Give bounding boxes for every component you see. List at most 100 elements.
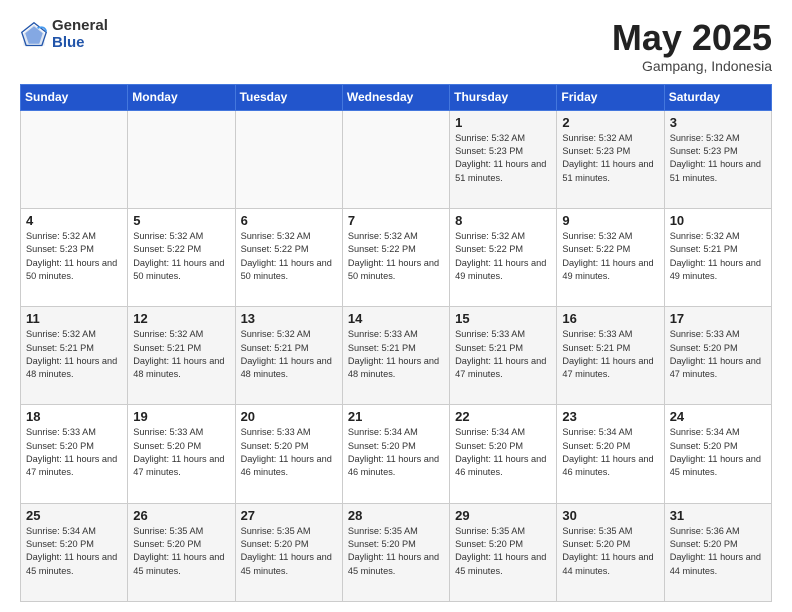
calendar-cell: 17Sunrise: 5:33 AM Sunset: 5:20 PM Dayli… [664, 307, 771, 405]
calendar-cell: 15 Sunrise: 5:33 AM Sunset: 5:21 PM Dayli… [450, 307, 557, 405]
day-info: Sunrise: 5:35 AM Sunset: 5:20 PM Dayligh… [455, 525, 551, 578]
day-info: Sunrise: 5:33 AM Sunset: 5:20 PM Dayligh… [670, 328, 766, 381]
calendar-cell: 11 Sunrise: 5:32 AM Sunset: 5:21 PM Dayli… [21, 307, 128, 405]
location: Gampang, Indonesia [612, 58, 772, 74]
calendar-cell: 28Sunrise: 5:35 AM Sunset: 5:20 PM Dayli… [342, 503, 449, 601]
day-info: Sunrise: 5:32 AM Sunset: 5:23 PM Dayligh… [670, 132, 766, 185]
day-info: Sunrise: 5:32 AM Sunset: 5:22 PM Dayligh… [133, 230, 229, 283]
month-title: May 2025 [612, 18, 772, 58]
calendar-cell: 5 Sunrise: 5:32 AM Sunset: 5:22 PM Daylig… [128, 208, 235, 306]
day-info: Sunrise: 5:34 AM Sunset: 5:20 PM Dayligh… [455, 426, 551, 479]
header-friday: Friday [557, 84, 664, 110]
logo-text: General Blue [52, 18, 108, 51]
day-info: Sunrise: 5:32 AM Sunset: 5:21 PM Dayligh… [241, 328, 337, 381]
day-number: 18 [26, 409, 122, 424]
calendar-cell: 18 Sunrise: 5:33 AM Sunset: 5:20 PM Dayli… [21, 405, 128, 503]
calendar-cell: 22 Sunrise: 5:34 AM Sunset: 5:20 PM Dayli… [450, 405, 557, 503]
day-info: Sunrise: 5:36 AM Sunset: 5:20 PM Dayligh… [670, 525, 766, 578]
calendar-week-4: 18 Sunrise: 5:33 AM Sunset: 5:20 PM Dayli… [21, 405, 772, 503]
day-number: 28 [348, 508, 444, 523]
calendar-cell: 31 Sunrise: 5:36 AM Sunset: 5:20 PM Dayli… [664, 503, 771, 601]
calendar-cell: 29Sunrise: 5:35 AM Sunset: 5:20 PM Dayli… [450, 503, 557, 601]
calendar-week-5: 25Sunrise: 5:34 AM Sunset: 5:20 PM Dayli… [21, 503, 772, 601]
day-info: Sunrise: 5:33 AM Sunset: 5:20 PM Dayligh… [133, 426, 229, 479]
day-number: 16 [562, 311, 658, 326]
day-info: Sunrise: 5:32 AM Sunset: 5:22 PM Dayligh… [348, 230, 444, 283]
day-number: 15 [455, 311, 551, 326]
day-number: 6 [241, 213, 337, 228]
day-number: 31 [670, 508, 766, 523]
day-number: 7 [348, 213, 444, 228]
day-info: Sunrise: 5:35 AM Sunset: 5:20 PM Dayligh… [562, 525, 658, 578]
day-number: 1 [455, 115, 551, 130]
day-number: 8 [455, 213, 551, 228]
calendar-cell: 25Sunrise: 5:34 AM Sunset: 5:20 PM Dayli… [21, 503, 128, 601]
day-info: Sunrise: 5:34 AM Sunset: 5:20 PM Dayligh… [348, 426, 444, 479]
calendar-cell: 2 Sunrise: 5:32 AM Sunset: 5:23 PM Daylig… [557, 110, 664, 208]
calendar-cell: 16 Sunrise: 5:33 AM Sunset: 5:21 PM Dayli… [557, 307, 664, 405]
day-number: 22 [455, 409, 551, 424]
header: General Blue May 2025 Gampang, Indonesia [20, 18, 772, 74]
calendar-cell: 1Sunrise: 5:32 AM Sunset: 5:23 PM Daylig… [450, 110, 557, 208]
title-block: May 2025 Gampang, Indonesia [612, 18, 772, 74]
calendar-cell: 23Sunrise: 5:34 AM Sunset: 5:20 PM Dayli… [557, 405, 664, 503]
calendar-cell [235, 110, 342, 208]
day-number: 9 [562, 213, 658, 228]
day-info: Sunrise: 5:35 AM Sunset: 5:20 PM Dayligh… [241, 525, 337, 578]
header-sunday: Sunday [21, 84, 128, 110]
day-info: Sunrise: 5:32 AM Sunset: 5:22 PM Dayligh… [241, 230, 337, 283]
calendar-cell: 21 Sunrise: 5:34 AM Sunset: 5:20 PM Dayli… [342, 405, 449, 503]
calendar-cell: 8Sunrise: 5:32 AM Sunset: 5:22 PM Daylig… [450, 208, 557, 306]
header-monday: Monday [128, 84, 235, 110]
day-info: Sunrise: 5:33 AM Sunset: 5:21 PM Dayligh… [562, 328, 658, 381]
calendar-cell: 4Sunrise: 5:32 AM Sunset: 5:23 PM Daylig… [21, 208, 128, 306]
day-info: Sunrise: 5:33 AM Sunset: 5:21 PM Dayligh… [455, 328, 551, 381]
calendar-cell: 19 Sunrise: 5:33 AM Sunset: 5:20 PM Dayli… [128, 405, 235, 503]
header-thursday: Thursday [450, 84, 557, 110]
day-number: 3 [670, 115, 766, 130]
logo: General Blue [20, 18, 108, 51]
calendar-cell [342, 110, 449, 208]
day-number: 24 [670, 409, 766, 424]
header-wednesday: Wednesday [342, 84, 449, 110]
calendar-cell [21, 110, 128, 208]
calendar-cell [128, 110, 235, 208]
day-number: 27 [241, 508, 337, 523]
day-info: Sunrise: 5:32 AM Sunset: 5:21 PM Dayligh… [133, 328, 229, 381]
day-number: 30 [562, 508, 658, 523]
day-info: Sunrise: 5:32 AM Sunset: 5:21 PM Dayligh… [26, 328, 122, 381]
day-number: 19 [133, 409, 229, 424]
day-info: Sunrise: 5:33 AM Sunset: 5:20 PM Dayligh… [26, 426, 122, 479]
day-number: 20 [241, 409, 337, 424]
calendar-cell: 12 Sunrise: 5:32 AM Sunset: 5:21 PM Dayli… [128, 307, 235, 405]
day-info: Sunrise: 5:34 AM Sunset: 5:20 PM Dayligh… [562, 426, 658, 479]
day-number: 2 [562, 115, 658, 130]
calendar-week-1: 1 Sunrise: 5:32 AM Sunset: 5:23 PM Daylig… [21, 110, 772, 208]
calendar-cell: 14Sunrise: 5:33 AM Sunset: 5:21 PM Dayli… [342, 307, 449, 405]
logo-blue-text: Blue [52, 35, 108, 52]
day-number: 12 [133, 311, 229, 326]
calendar-cell: 3 Sunrise: 5:32 AM Sunset: 5:23 PM Daylig… [664, 110, 771, 208]
day-number: 11 [26, 311, 122, 326]
calendar-cell: 13 Sunrise: 5:32 AM Sunset: 5:21 PM Dayli… [235, 307, 342, 405]
day-number: 13 [241, 311, 337, 326]
day-number: 14 [348, 311, 444, 326]
calendar-cell: 27 Sunrise: 5:35 AM Sunset: 5:20 PM Dayli… [235, 503, 342, 601]
day-info: Sunrise: 5:34 AM Sunset: 5:20 PM Dayligh… [670, 426, 766, 479]
day-number: 26 [133, 508, 229, 523]
calendar-cell: 26Sunrise: 5:35 AM Sunset: 5:20 PM Dayli… [128, 503, 235, 601]
day-info: Sunrise: 5:32 AM Sunset: 5:23 PM Dayligh… [26, 230, 122, 283]
calendar-week-2: 4Sunrise: 5:32 AM Sunset: 5:23 PM Daylig… [21, 208, 772, 306]
calendar-cell: 9 Sunrise: 5:32 AM Sunset: 5:22 PM Daylig… [557, 208, 664, 306]
day-info: Sunrise: 5:32 AM Sunset: 5:23 PM Dayligh… [562, 132, 658, 185]
day-number: 21 [348, 409, 444, 424]
header-tuesday: Tuesday [235, 84, 342, 110]
day-info: Sunrise: 5:33 AM Sunset: 5:20 PM Dayligh… [241, 426, 337, 479]
day-info: Sunrise: 5:32 AM Sunset: 5:22 PM Dayligh… [562, 230, 658, 283]
calendar-cell: 24 Sunrise: 5:34 AM Sunset: 5:20 PM Dayli… [664, 405, 771, 503]
calendar-cell: 7 Sunrise: 5:32 AM Sunset: 5:22 PM Daylig… [342, 208, 449, 306]
calendar-cell: 30 Sunrise: 5:35 AM Sunset: 5:20 PM Dayli… [557, 503, 664, 601]
calendar-table: Sunday Monday Tuesday Wednesday Thursday… [20, 84, 772, 602]
logo-icon [20, 21, 48, 49]
day-number: 5 [133, 213, 229, 228]
